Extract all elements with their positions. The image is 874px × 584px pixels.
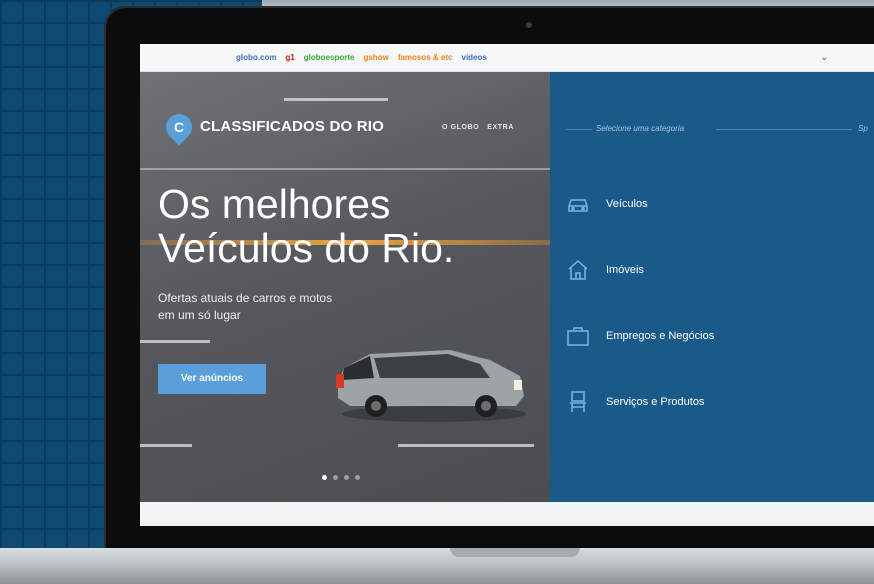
category-label: Serviços e Produtos bbox=[606, 396, 705, 408]
car-icon bbox=[568, 199, 588, 212]
globo-link[interactable]: globo.com bbox=[236, 53, 276, 62]
logo-pin-icon[interactable]: C bbox=[160, 108, 198, 146]
hero-banner: C CLASSIFICADOS DO RIO O GLOBO EXTRA Os … bbox=[140, 72, 550, 502]
chevron-down-icon[interactable]: ⌄ bbox=[820, 52, 828, 63]
partner-oglobo[interactable]: O GLOBO bbox=[442, 124, 479, 131]
category-vehicles[interactable]: Veículos bbox=[550, 184, 874, 224]
secondary-select-label[interactable]: Sp bbox=[858, 124, 868, 133]
page-footer-strip bbox=[140, 502, 874, 526]
road-line bbox=[140, 168, 550, 170]
videos-link[interactable]: vídeos bbox=[462, 53, 487, 62]
chair-icon bbox=[570, 391, 586, 412]
browser-screen: globo.com g1 globoesporte gshow famosos … bbox=[140, 44, 874, 526]
car-image bbox=[336, 350, 526, 422]
carousel-dot[interactable] bbox=[333, 475, 338, 480]
category-label: Empregos e Negócios bbox=[606, 330, 715, 342]
hero-title-line2: Veículos do Rio. bbox=[158, 225, 455, 271]
partner-extra[interactable]: EXTRA bbox=[487, 124, 514, 131]
partner-logos: O GLOBO EXTRA bbox=[442, 124, 514, 131]
gshow-link[interactable]: gshow bbox=[363, 53, 388, 62]
globo-network-bar: globo.com g1 globoesporte gshow famosos … bbox=[140, 44, 874, 72]
hero-subtitle: Ofertas atuais de carros e motos em um s… bbox=[158, 291, 333, 322]
road-line bbox=[140, 444, 192, 447]
carousel-indicators bbox=[322, 475, 360, 480]
category-jobs[interactable]: Empregos e Negócios bbox=[550, 316, 874, 356]
category-real-estate[interactable]: Imóveis bbox=[550, 250, 874, 290]
carousel-dot[interactable] bbox=[344, 475, 349, 480]
category-select-label[interactable]: Selecione uma categoria bbox=[596, 124, 684, 133]
view-ads-button[interactable]: Ver anúncios bbox=[158, 364, 266, 394]
site-logo-text[interactable]: CLASSIFICADOS DO RIO bbox=[200, 118, 384, 135]
category-label: Veículos bbox=[606, 198, 648, 210]
divider bbox=[566, 129, 592, 130]
briefcase-icon bbox=[567, 327, 589, 346]
road-line bbox=[284, 98, 388, 101]
globoesporte-link[interactable]: globoesporte bbox=[304, 53, 355, 62]
hero-title: Os melhores Veículos do Rio. bbox=[158, 182, 548, 270]
famosos-link[interactable]: famosos & etc bbox=[398, 53, 453, 62]
hero-title-line1: Os melhores bbox=[158, 181, 391, 227]
category-label: Imóveis bbox=[606, 264, 644, 276]
house-icon bbox=[568, 259, 588, 280]
laptop-base bbox=[0, 548, 874, 584]
road-line bbox=[140, 340, 210, 343]
road-line bbox=[398, 444, 534, 447]
category-services[interactable]: Serviços e Produtos bbox=[550, 382, 874, 422]
carousel-dot[interactable] bbox=[355, 475, 360, 480]
divider bbox=[716, 129, 852, 130]
laptop-notch bbox=[450, 548, 580, 557]
camera-icon bbox=[526, 22, 532, 28]
g1-link[interactable]: g1 bbox=[285, 53, 294, 62]
category-panel: Selecione uma categoria Sp Veículos Imóv… bbox=[550, 72, 874, 502]
carousel-dot[interactable] bbox=[322, 475, 327, 480]
